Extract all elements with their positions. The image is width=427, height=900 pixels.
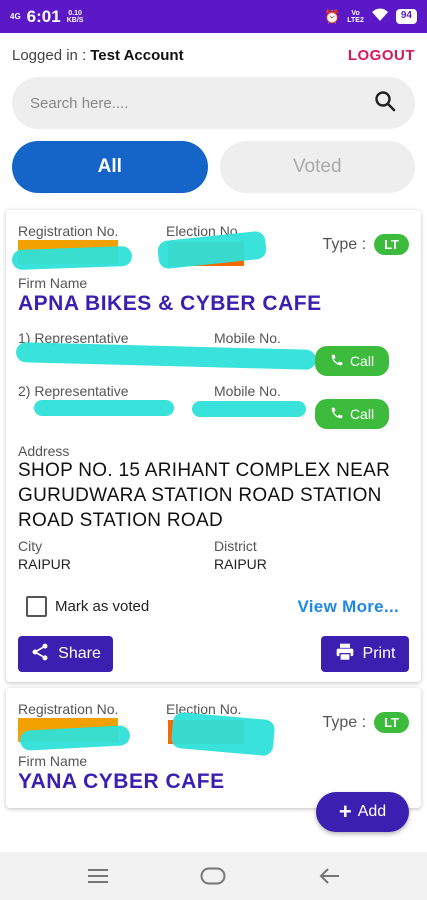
registration-label: Registration No. [18,223,119,239]
menu-icon[interactable] [78,861,118,891]
print-button[interactable]: Print [321,636,409,672]
firm-card: Registration No. Election No. Type : LT … [6,210,421,682]
print-label: Print [362,645,396,662]
back-icon[interactable] [309,861,349,891]
type-label: Type : [322,235,367,253]
redaction-mark [170,711,276,757]
status-bar: 4G 6:01 0.10 KB/S ⏰ Vo LTE2 94 [0,0,427,33]
redaction-mark [34,400,174,416]
mark-voted-checkbox[interactable] [26,596,47,617]
system-nav-bar [0,852,427,900]
share-button[interactable]: Share [18,636,113,672]
login-row: Logged in : Test Account LOGOUT [12,44,415,66]
district-value: RAIPUR [214,556,267,572]
search-icon[interactable] [373,89,397,118]
view-more-link[interactable]: View More... [297,597,399,617]
add-label: Add [357,803,387,820]
firm-name-label: Firm Name [18,753,88,769]
share-icon [30,642,50,667]
add-button[interactable]: + Add [316,792,409,832]
call-label: Call [349,406,375,422]
type-label: Type : [322,713,367,731]
firm-name-label: Firm Name [18,275,88,291]
mobile-1-label: Mobile No. [214,330,281,346]
network-indicator: 4G [10,11,21,21]
call-label: Call [349,353,375,369]
print-icon [335,642,355,667]
alarm-icon: ⏰ [324,8,341,24]
account-name: Test Account [90,46,184,64]
status-time: 6:01 [26,6,61,26]
type-badge: LT [374,234,409,255]
plus-icon: + [338,799,352,824]
search-input[interactable] [30,94,373,112]
tab-voted[interactable]: Voted [219,141,415,193]
city-value: RAIPUR [18,556,71,572]
mark-voted-label: Mark as voted [55,598,150,615]
logged-in-label: Logged in : [12,46,87,64]
type-badge: LT [374,712,409,733]
wifi-icon [371,8,389,25]
type-row: Type : LT [322,234,409,255]
firm-name: APNA BIKES & CYBER CAFE [18,292,322,315]
firm-card: Registration No. Election No. Type : LT … [6,688,421,808]
share-label: Share [58,645,101,662]
tab-all[interactable]: All [12,141,208,193]
representative-2-label: 2) Representative [18,383,129,399]
network-speed: 0.10 KB/S [66,9,84,24]
redaction-mark [15,342,317,370]
mark-voted-row[interactable]: Mark as voted [26,596,149,617]
filter-tabs: All Voted [12,141,415,193]
firm-name: YANA CYBER CAFE [18,770,225,793]
volte-indicator: Vo LTE2 [347,9,364,24]
call-button-1[interactable]: Call [315,346,389,376]
battery-indicator: 94 [395,9,417,24]
phone-icon [330,353,344,370]
mobile-2-label: Mobile No. [214,383,281,399]
address-label: Address [18,443,70,459]
type-row: Type : LT [322,712,409,733]
redaction-mark [11,245,133,271]
address-value: SHOP NO. 15 ARIHANT COMPLEX NEAR GURUDWA… [18,460,391,531]
home-icon[interactable] [193,861,233,891]
redaction-mark [192,401,306,417]
call-button-2[interactable]: Call [315,399,389,429]
district-label: District [214,538,257,554]
phone-icon [330,406,344,423]
logout-button[interactable]: LOGOUT [348,47,415,64]
city-label: City [18,538,43,554]
search-bar [12,77,415,129]
redaction-mark [19,725,131,751]
registration-label: Registration No. [18,701,119,717]
